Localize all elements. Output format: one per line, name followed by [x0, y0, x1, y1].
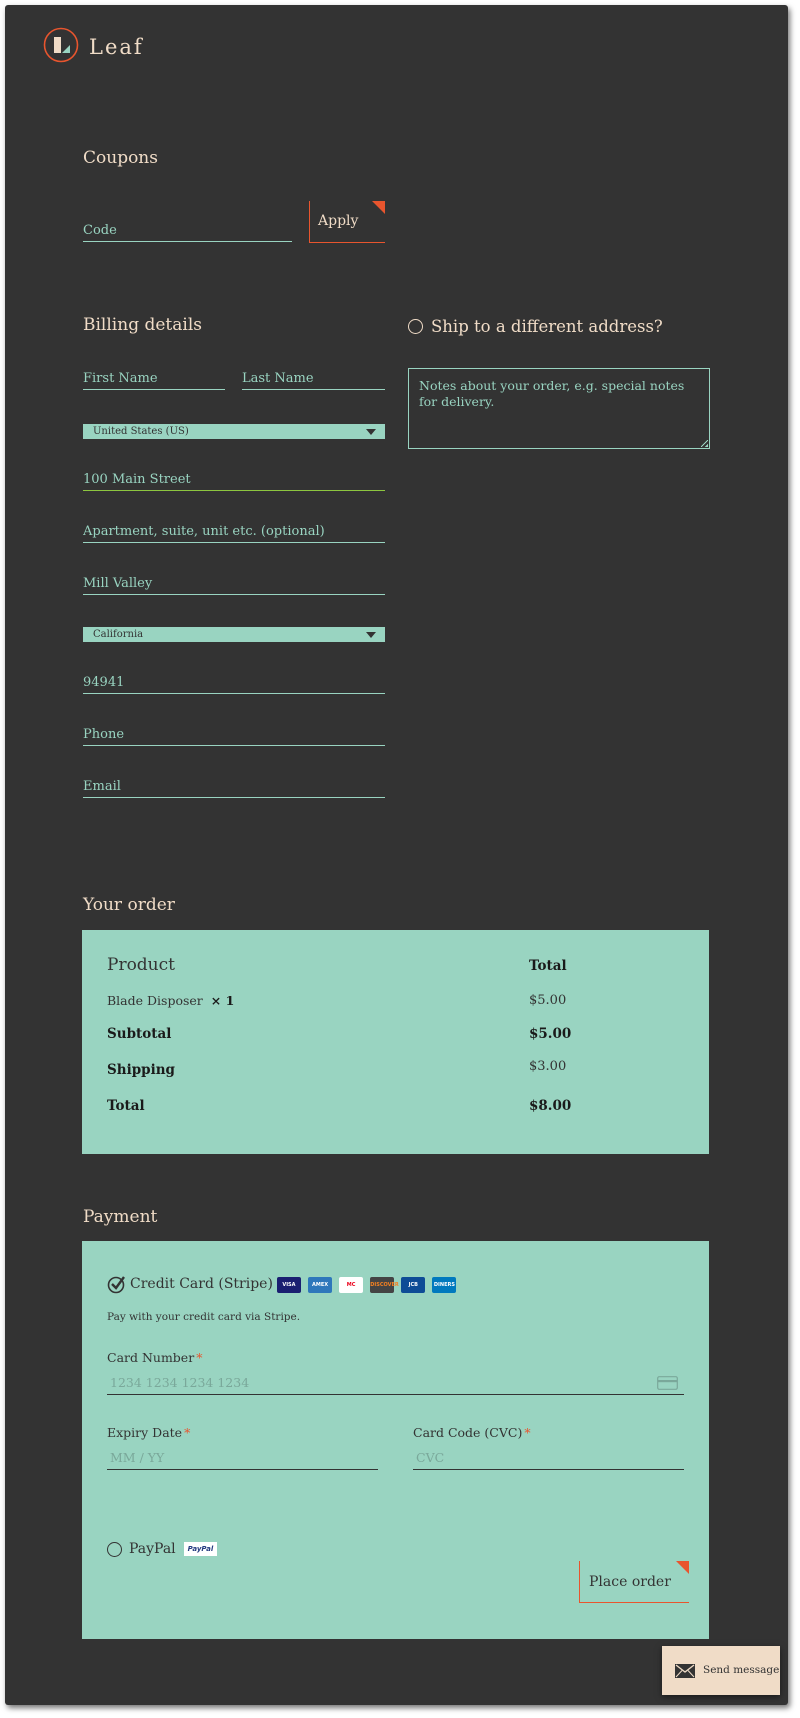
order-item-qty: × 1: [210, 993, 235, 1008]
country-select-value: United States (US): [93, 426, 189, 437]
paypal-logo-icon: PayPal: [183, 1542, 218, 1556]
required-mark: *: [184, 1425, 191, 1440]
order-summary-table: Product Total Blade Disposer × 1 $5.00 S…: [82, 930, 709, 1154]
shipping-value: $3.00: [529, 1059, 567, 1074]
visa-icon: VISA: [276, 1277, 301, 1293]
checked-circle-icon[interactable]: [107, 1275, 126, 1294]
email-input[interactable]: Email: [83, 779, 385, 798]
card-number-placeholder: 1234 1234 1234 1234: [110, 1375, 250, 1390]
subtotal-label: Subtotal: [107, 1026, 172, 1042]
subtotal-value: $5.00: [529, 1026, 572, 1042]
billing-title: Billing details: [83, 315, 202, 335]
mastercard-icon: MC: [339, 1277, 364, 1293]
leaf-logo-icon[interactable]: [43, 27, 79, 63]
stripe-option[interactable]: Credit Card (Stripe) VISA AMEX MC DISCOV…: [107, 1274, 457, 1294]
col-total-header: Total: [529, 958, 567, 974]
zip-input[interactable]: 94941: [83, 675, 385, 694]
coupon-code-input[interactable]: Code: [83, 223, 292, 242]
col-product-header: Product: [107, 955, 175, 975]
expiry-input[interactable]: MM / YY: [107, 1450, 378, 1470]
required-mark: *: [524, 1425, 531, 1440]
order-notes-placeholder: Notes about your order, e.g. special not…: [419, 378, 685, 409]
cvc-input[interactable]: CVC: [413, 1450, 684, 1470]
payment-title: Payment: [83, 1207, 158, 1227]
cvc-label: Card Code (CVC) *: [413, 1425, 531, 1440]
diners-icon: DINERS: [432, 1277, 457, 1293]
order-notes-textarea[interactable]: Notes about your order, e.g. special not…: [408, 368, 710, 449]
ship-different-label: Ship to a different address?: [431, 316, 663, 336]
required-mark: *: [196, 1350, 203, 1365]
payment-panel: Credit Card (Stripe) VISA AMEX MC DISCOV…: [82, 1241, 709, 1639]
expiry-label: Expiry Date *: [107, 1425, 190, 1440]
brand-name[interactable]: Leaf: [89, 35, 144, 59]
corner-accent-icon: [372, 201, 385, 214]
card-number-label: Card Number *: [107, 1350, 202, 1365]
city-input[interactable]: Mill Valley: [83, 576, 385, 595]
chevron-down-icon: [366, 429, 376, 435]
total-label: Total: [107, 1098, 145, 1114]
card-number-label-text: Card Number: [107, 1350, 195, 1365]
envelope-icon: [675, 1664, 695, 1678]
amex-icon: AMEX: [308, 1277, 333, 1293]
stripe-label: Credit Card (Stripe): [130, 1276, 273, 1292]
corner-accent-icon: [676, 1561, 689, 1574]
cvc-label-text: Card Code (CVC): [413, 1425, 523, 1440]
shipping-label: Shipping: [107, 1062, 175, 1078]
state-select-value: California: [93, 629, 144, 640]
ship-different-option[interactable]: Ship to a different address?: [408, 316, 663, 336]
ship-different-checkbox[interactable]: [408, 318, 423, 334]
discover-icon: DISCOVER: [370, 1277, 399, 1293]
total-value: $8.00: [529, 1098, 572, 1114]
credit-card-icon: [657, 1376, 678, 1390]
first-name-input[interactable]: First Name: [83, 371, 225, 390]
apartment-input[interactable]: Apartment, suite, unit etc. (optional): [83, 524, 385, 543]
paypal-option[interactable]: PayPal PayPal: [107, 1539, 218, 1559]
last-name-input[interactable]: Last Name: [242, 371, 385, 390]
order-item-name: Blade Disposer: [107, 993, 203, 1008]
coupons-title: Coupons: [83, 148, 158, 168]
place-order-button[interactable]: Place order: [579, 1561, 689, 1603]
card-number-input[interactable]: 1234 1234 1234 1234: [107, 1375, 684, 1395]
apply-coupon-button[interactable]: Apply: [309, 201, 385, 243]
place-order-label: Place order: [589, 1574, 671, 1590]
country-select[interactable]: United States (US): [83, 424, 385, 439]
paypal-radio[interactable]: [107, 1541, 122, 1557]
checkout-page: Leaf Coupons Code Apply Billing details …: [5, 5, 788, 1705]
street-address-input[interactable]: 100 Main Street: [83, 472, 385, 491]
order-item-row: Blade Disposer × 1: [107, 993, 234, 1008]
state-select[interactable]: California: [83, 627, 385, 642]
send-message-button[interactable]: Send message: [662, 1646, 780, 1695]
jcb-icon: JCB: [401, 1277, 426, 1293]
send-message-label: Send message: [703, 1664, 780, 1676]
phone-input[interactable]: Phone: [83, 727, 385, 746]
order-title: Your order: [83, 895, 175, 915]
paypal-label: PayPal: [129, 1541, 176, 1557]
stripe-description: Pay with your credit card via Stripe.: [107, 1311, 301, 1323]
resize-handle-icon[interactable]: [701, 440, 708, 447]
order-item-total: $5.00: [529, 993, 567, 1008]
expiry-label-text: Expiry Date: [107, 1425, 183, 1440]
apply-coupon-label: Apply: [318, 213, 359, 229]
chevron-down-icon: [366, 632, 376, 638]
